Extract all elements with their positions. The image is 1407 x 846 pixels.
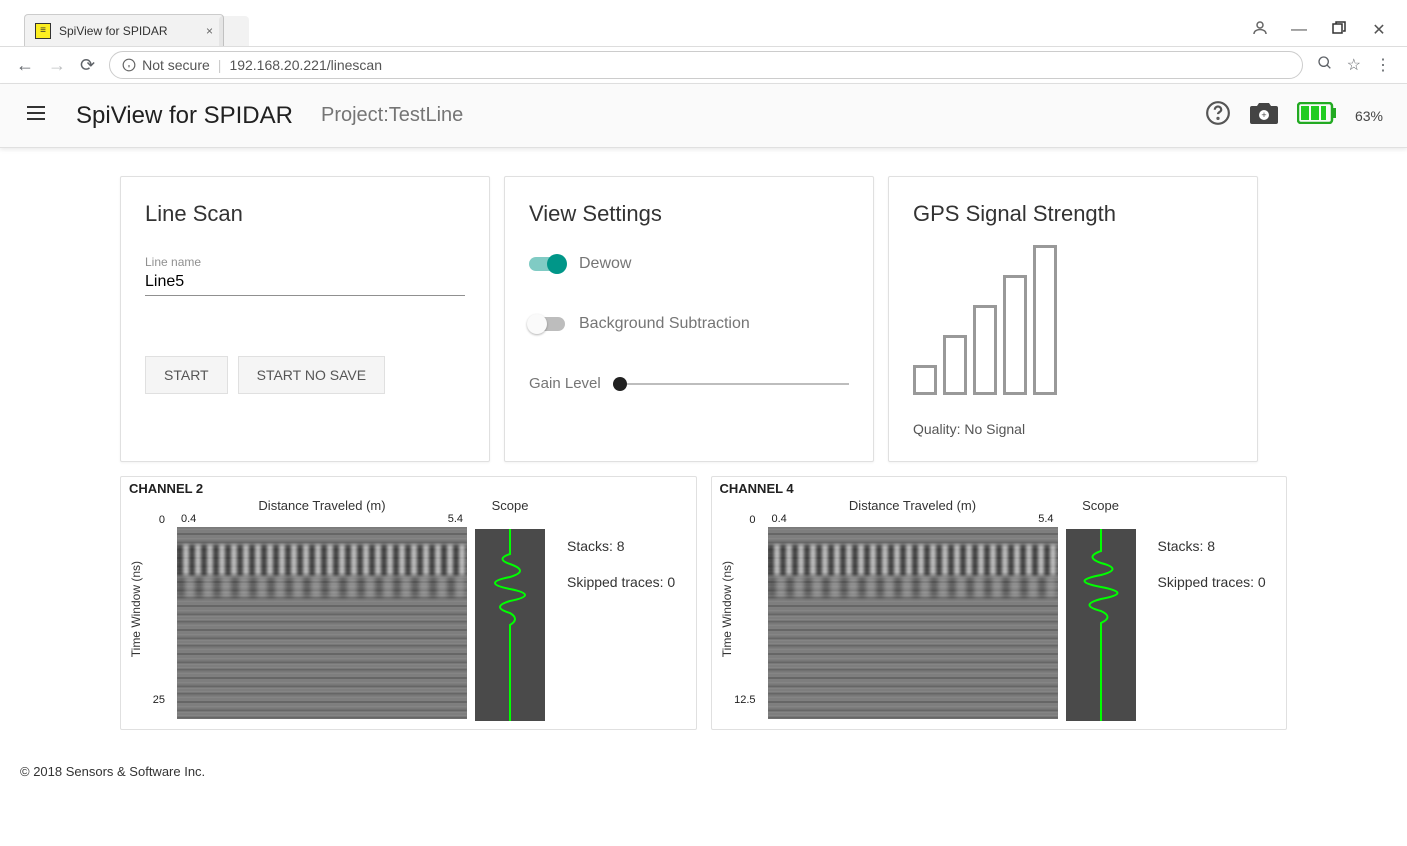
channel-2-xmax: 5.4 [448,513,463,525]
url-text: 192.168.20.221/linescan [229,57,382,73]
close-tab-icon[interactable]: × [206,24,213,38]
channel-2-ymin: 0 [159,514,165,526]
gps-bar-2 [943,335,967,395]
gps-title: GPS Signal Strength [913,201,1233,227]
favicon-icon: ≡ [35,23,51,39]
line-scan-title: Line Scan [145,201,465,227]
info-icon [122,58,136,72]
dewow-toggle[interactable] [529,257,565,271]
line-name-input[interactable] [145,269,465,296]
channel-4-stacks: Stacks: 8 [1158,528,1266,564]
channel-4-ylabel: Time Window (ns) [720,557,734,661]
browser-tab-strip: ≡ SpiView for SPIDAR × — ✕ [0,0,1407,46]
channels-row: CHANNEL 2 Time Window (ns) 0 25 Distance… [120,476,1287,730]
camera-capture-icon[interactable]: + [1249,100,1279,131]
channel-4-ymin: 0 [749,514,755,526]
channel-2-xmin: 0.4 [181,513,196,525]
channel-2-scope [475,529,545,721]
channel-2-ylabel: Time Window (ns) [129,557,143,661]
svg-text:+: + [1261,110,1266,120]
start-button[interactable]: START [145,356,228,394]
channel-4-radargram [768,527,1058,719]
security-status[interactable]: Not secure [122,57,210,73]
channel-4-skipped: Skipped traces: 0 [1158,564,1266,600]
gain-slider-thumb[interactable] [613,377,627,391]
zoom-icon[interactable] [1317,55,1333,76]
gain-level-label: Gain Level [529,375,601,392]
bookmark-icon[interactable]: ☆ [1347,55,1361,75]
gps-bar-5 [1033,245,1057,395]
gps-card: GPS Signal Strength Quality: No Signal [888,176,1258,462]
channel-4-xlabel: Distance Traveled (m) [768,498,1058,513]
footer-copyright: © 2018 Sensors & Software Inc. [0,750,1407,793]
channel-2-scope-label: Scope [475,498,545,513]
channel-4-scope-label: Scope [1066,498,1136,513]
reload-button[interactable]: ⟳ [80,55,95,76]
background-subtraction-toggle[interactable] [529,317,565,331]
channel-4-xmax: 5.4 [1038,513,1053,525]
gps-quality-label: Quality: No Signal [913,421,1233,437]
gps-bar-4 [1003,275,1027,395]
close-window-icon[interactable]: ✕ [1371,20,1387,40]
app-header: SpiView for SPIDAR Project:TestLine + 63… [0,84,1407,148]
channel-2-stacks: Stacks: 8 [567,528,675,564]
channel-2-radargram [177,527,467,719]
gps-bar-1 [913,365,937,395]
back-button[interactable]: ← [16,55,34,76]
window-controls: — ✕ [1251,14,1407,46]
address-input[interactable]: Not secure | 192.168.20.221/linescan [109,51,1303,79]
gps-bars-chart [913,255,1233,405]
channel-2-ymax: 25 [153,694,165,706]
browser-tab[interactable]: ≡ SpiView for SPIDAR × [24,14,224,46]
channel-4-ymax: 12.5 [734,694,755,706]
menu-hamburger-icon[interactable] [24,101,48,130]
channel-card-2: CHANNEL 2 Time Window (ns) 0 25 Distance… [120,476,697,730]
channel-4-scope [1066,529,1136,721]
channel-4-title: CHANNEL 4 [720,481,1279,496]
channel-card-4: CHANNEL 4 Time Window (ns) 0 12.5 Distan… [711,476,1288,730]
forward-button[interactable]: → [48,55,66,76]
channel-2-xlabel: Distance Traveled (m) [177,498,467,513]
battery-icon [1297,102,1337,129]
view-settings-card: View Settings Dewow Background Subtracti… [504,176,874,462]
dewow-label: Dewow [579,255,631,273]
help-icon[interactable] [1205,100,1231,131]
account-icon[interactable] [1251,19,1267,42]
maximize-window-icon[interactable] [1331,21,1347,40]
tab-title: SpiView for SPIDAR [59,24,168,38]
line-name-label: Line name [145,255,465,269]
main-content: Line Scan Line name START START NO SAVE … [0,148,1407,750]
app-title: SpiView for SPIDAR [76,102,293,130]
battery-percent: 63% [1355,108,1383,124]
channel-4-xmin: 0.4 [772,513,787,525]
bg-sub-label: Background Subtraction [579,315,750,333]
start-no-save-button[interactable]: START NO SAVE [238,356,385,394]
project-label: Project:TestLine [321,104,463,127]
minimize-window-icon[interactable]: — [1291,21,1307,39]
menu-icon[interactable]: ⋮ [1375,55,1391,75]
address-bar: ← → ⟳ Not secure | 192.168.20.221/linesc… [0,46,1407,84]
line-scan-card: Line Scan Line name START START NO SAVE [120,176,490,462]
channel-2-skipped: Skipped traces: 0 [567,564,675,600]
gps-bar-3 [973,305,997,395]
new-tab-hint[interactable] [219,16,249,46]
gain-level-slider[interactable] [613,383,849,385]
not-secure-label: Not secure [142,57,210,73]
view-settings-title: View Settings [529,201,849,227]
channel-2-title: CHANNEL 2 [129,481,688,496]
